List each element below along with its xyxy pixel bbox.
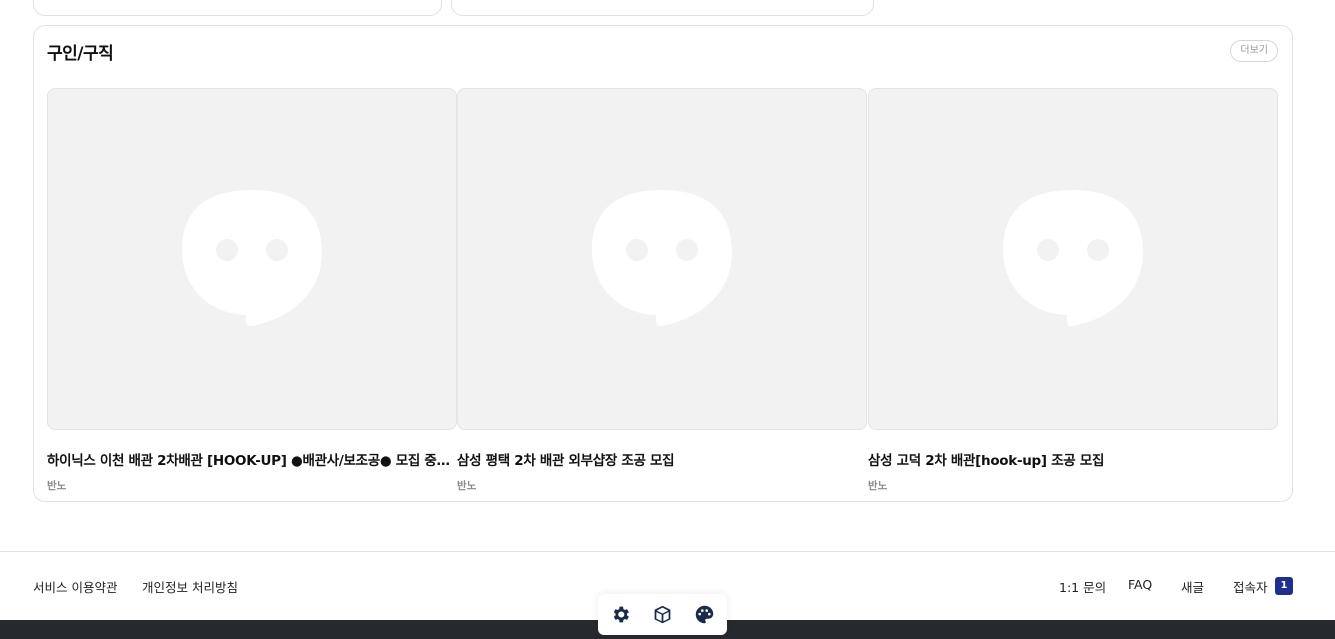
post-thumbnail[interactable] <box>457 88 867 430</box>
page: 구인/구직 더보기 하이닉스 이천 배관 2차배관 [HOOK-UP] ●배관사… <box>0 0 1335 639</box>
terms-link[interactable]: 서비스 이용약관 <box>33 577 117 596</box>
post-card[interactable]: 하이닉스 이천 배관 2차배관 [HOOK-UP] ●배관사/보조공● 모집 중… <box>47 88 458 493</box>
gear-icon[interactable] <box>610 604 631 625</box>
more-button[interactable]: 더보기 <box>1230 40 1278 62</box>
section-title: 구인/구직 <box>47 44 114 64</box>
post-author: 반노 <box>868 480 888 492</box>
post-title[interactable]: 하이닉스 이천 배관 2차배관 [HOOK-UP] ●배관사/보조공● 모집 중… <box>47 449 452 469</box>
job-board-section: 구인/구직 더보기 하이닉스 이천 배관 2차배관 [HOOK-UP] ●배관사… <box>33 25 1293 502</box>
post-title[interactable]: 삼성 평택 2차 배관 외부샵장 조공 모집 <box>457 449 862 469</box>
chat-bubble-placeholder-icon <box>182 190 322 327</box>
new-posts-link[interactable]: 새글 <box>1181 577 1204 596</box>
faq-link[interactable]: FAQ <box>1128 577 1152 592</box>
floating-toolbar <box>598 594 727 635</box>
palette-icon[interactable] <box>694 604 715 625</box>
post-author: 반노 <box>457 480 477 492</box>
post-thumbnail[interactable] <box>868 88 1278 430</box>
post-card[interactable]: 삼성 평택 2차 배관 외부샵장 조공 모집 반노 <box>457 88 868 493</box>
previous-section-card <box>451 0 874 16</box>
footer-divider <box>0 551 1335 552</box>
post-grid: 하이닉스 이천 배관 2차배관 [HOOK-UP] ●배관사/보조공● 모집 중… <box>47 88 1279 492</box>
post-author: 반노 <box>47 480 67 492</box>
visitors-link[interactable]: 접속자 <box>1233 577 1268 596</box>
chat-bubble-placeholder-icon <box>592 190 732 327</box>
privacy-policy-link[interactable]: 개인정보 처리방침 <box>142 577 238 596</box>
previous-section-card <box>33 0 442 16</box>
chat-bubble-placeholder-icon <box>1003 190 1143 327</box>
post-card[interactable]: 삼성 고덕 2차 배관[hook-up] 조공 모집 반노 <box>868 88 1279 493</box>
cube-icon[interactable] <box>652 604 673 625</box>
inquiry-link[interactable]: 1:1 문의 <box>1059 577 1106 596</box>
visitor-count-badge: 1 <box>1275 577 1293 595</box>
post-thumbnail[interactable] <box>47 88 457 430</box>
post-title[interactable]: 삼성 고덕 2차 배관[hook-up] 조공 모집 <box>868 449 1273 469</box>
